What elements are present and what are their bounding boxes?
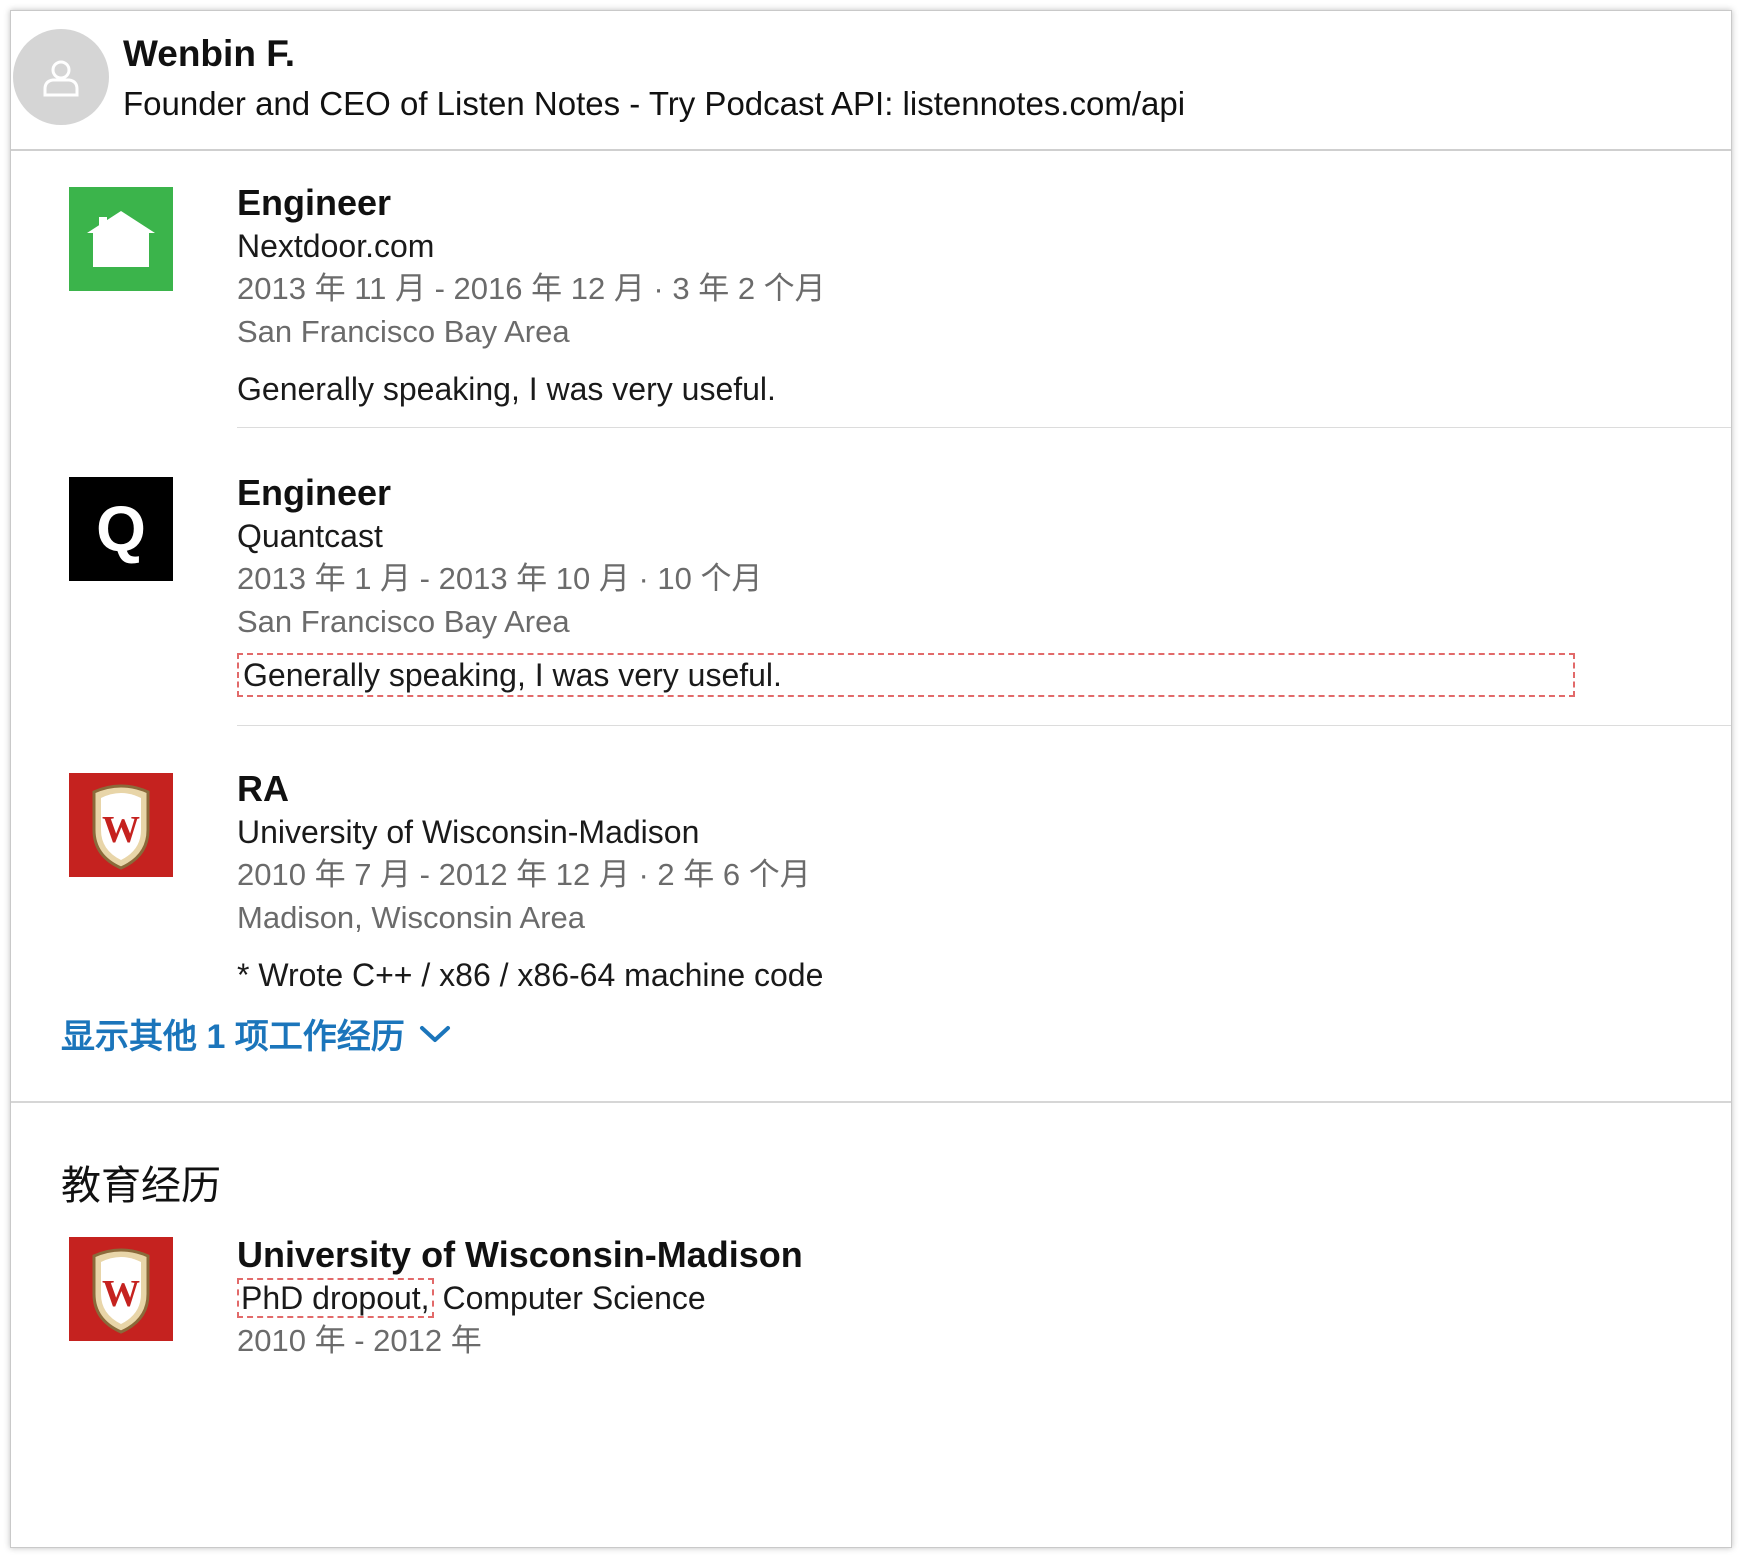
profile-name[interactable]: Wenbin F. [123, 33, 295, 75]
field-of-study: Computer Science [433, 1280, 706, 1316]
divider [237, 427, 1731, 428]
uw-logo[interactable]: W [69, 1237, 173, 1341]
profile-card: Wenbin F. Founder and CEO of Listen Note… [10, 10, 1732, 1548]
nextdoor-house-logo [87, 211, 155, 267]
job-dates: 2013 年 11 月 - 2016 年 12 月 · 3 年 2 个月 [237, 271, 826, 306]
company-name: Nextdoor.com [237, 228, 435, 264]
job-location: San Francisco Bay Area [237, 604, 570, 639]
avatar[interactable] [13, 29, 109, 125]
degree-line: PhD dropout, Computer Science [237, 1277, 1731, 1319]
job-title[interactable]: RA [237, 767, 1731, 811]
job-title[interactable]: Engineer [237, 181, 1731, 225]
company-name: University of Wisconsin-Madison [237, 814, 700, 850]
job-description-highlight: Generally speaking, I was very useful. [237, 653, 1731, 697]
job-location: San Francisco Bay Area [237, 314, 570, 349]
uw-crest-logo: W [92, 1248, 150, 1334]
education-dates: 2010 年 - 2012 年 [237, 1323, 482, 1358]
nextdoor-logo[interactable] [69, 187, 173, 291]
uw-logo[interactable]: W [69, 773, 173, 877]
degree: PhD dropout, [237, 1278, 434, 1318]
company-name: Quantcast [237, 518, 383, 554]
show-more-label: 显示其他 1 项工作经历 [61, 1018, 405, 1056]
job-dates: 2010 年 7 月 - 2012 年 12 月 · 2 年 6 个月 [237, 857, 811, 892]
user-silhouette-icon [43, 60, 79, 97]
education-section-title: 教育经历 [61, 1164, 221, 1208]
uw-crest-logo: W [92, 784, 150, 870]
section-divider [11, 1101, 1731, 1103]
svg-text:W: W [102, 1273, 140, 1315]
job-description: Generally speaking, I was very useful. [237, 653, 1575, 697]
divider [237, 725, 1731, 726]
job-description: Generally speaking, I was very useful. [237, 371, 776, 407]
chevron-down-icon [419, 1025, 450, 1042]
job-dates: 2013 年 1 月 - 2013 年 10 月 · 10 个月 [237, 561, 763, 596]
job-location: Madison, Wisconsin Area [237, 900, 586, 935]
job-description: * Wrote C++ / x86 / x86-64 machine code [237, 957, 824, 993]
school-name[interactable]: University of Wisconsin-Madison [237, 1233, 1731, 1277]
svg-text:W: W [102, 809, 140, 851]
quantcast-logo[interactable]: Q [69, 477, 173, 581]
profile-headline: Founder and CEO of Listen Notes - Try Po… [123, 85, 1186, 122]
show-more-experience-button[interactable]: 显示其他 1 项工作经历 [61, 1009, 451, 1058]
profile-header: Wenbin F. Founder and CEO of Listen Note… [11, 11, 1731, 151]
quantcast-q-logo: Q [96, 493, 146, 565]
job-title[interactable]: Engineer [237, 471, 1731, 515]
